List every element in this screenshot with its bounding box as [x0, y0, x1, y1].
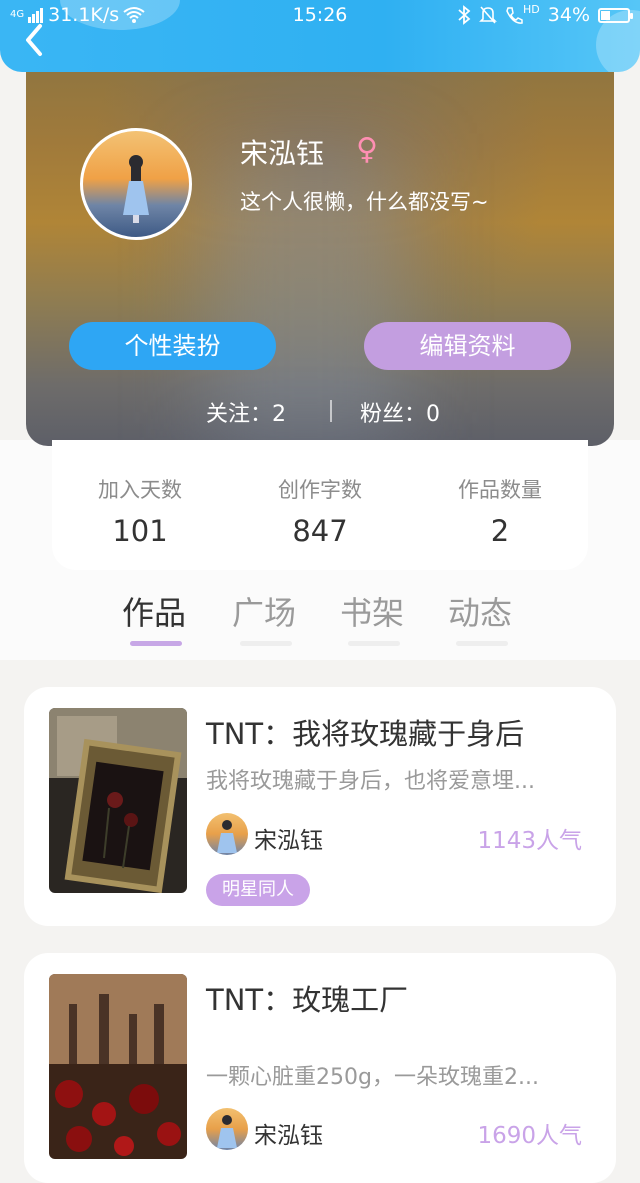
phone-icon	[506, 7, 523, 24]
work-cover-image[interactable]	[49, 708, 187, 893]
tab-activity[interactable]: 动态	[448, 588, 512, 634]
battery-icon	[598, 7, 633, 23]
author-avatar-figure-icon	[217, 1115, 237, 1148]
tab-indicator	[456, 641, 508, 646]
stat-label: 作品数量	[458, 478, 542, 502]
stat-label: 加入天数	[98, 478, 182, 502]
status-bar: 4G 31.1K/s 15:26 HD 34%	[0, 2, 640, 30]
work-author[interactable]: 宋泓钰	[254, 1116, 323, 1150]
avatar-figure-icon	[123, 155, 149, 223]
work-tag[interactable]: 明星同人	[206, 874, 310, 906]
stat-word-count: 创作字数 847	[250, 474, 390, 548]
work-popularity: 1143人气	[477, 828, 582, 854]
stat-value: 2	[490, 514, 510, 548]
hd-call: HD	[505, 2, 540, 25]
edit-profile-button[interactable]: 编辑资料	[364, 322, 571, 370]
personal-dress-button[interactable]: 个性装扮	[69, 322, 276, 370]
stat-join-days: 加入天数 101	[70, 474, 210, 548]
profile-header: 宋泓钰 ♀ 这个人很懒，什么都没写~ 个性装扮 编辑资料 关注：2 粉丝：0	[26, 40, 614, 446]
work-author[interactable]: 宋泓钰	[254, 821, 323, 855]
author-avatar[interactable]	[206, 1108, 248, 1150]
profile-bio: 这个人很懒，什么都没写~	[240, 190, 489, 214]
work-title[interactable]: TNT：玫瑰工厂	[206, 977, 408, 1019]
work-card[interactable]: TNT：我将玫瑰藏于身后 我将玫瑰藏于身后，也将爱意埋... 宋泓钰 1143人…	[24, 687, 616, 926]
work-description: 一颗心脏重250g，一朵玫瑰重2...	[206, 1065, 539, 1090]
profile-name: 宋泓钰	[240, 137, 325, 170]
avatar[interactable]	[80, 128, 192, 240]
divider	[330, 400, 332, 422]
hd-label: HD	[523, 2, 540, 16]
tab-indicator	[240, 641, 292, 646]
work-card[interactable]: TNT：玫瑰工厂 一颗心脏重250g，一朵玫瑰重2... 宋泓钰 1690人气	[24, 953, 616, 1183]
work-description: 我将玫瑰藏于身后，也将爱意埋...	[206, 769, 535, 794]
cover-art	[49, 974, 187, 1159]
bluetooth-icon	[458, 5, 471, 25]
stat-value: 847	[292, 514, 348, 548]
tab-indicator-active	[130, 641, 182, 646]
back-button[interactable]	[20, 20, 50, 60]
tab-bookshelf[interactable]: 书架	[340, 588, 404, 634]
cover-art	[49, 708, 187, 893]
author-avatar-figure-icon	[217, 820, 237, 853]
back-arrow-icon	[26, 24, 42, 56]
stat-label: 创作字数	[278, 478, 362, 502]
battery-percent: 34%	[547, 4, 590, 26]
gender-female-icon: ♀	[356, 132, 378, 167]
stat-work-count: 作品数量 2	[430, 474, 570, 548]
stats-card: 加入天数 101 创作字数 847 作品数量 2	[52, 440, 588, 570]
stat-value: 101	[112, 514, 168, 548]
top-bar: 4G 31.1K/s 15:26 HD 34%	[0, 0, 640, 72]
work-title[interactable]: TNT：我将玫瑰藏于身后	[206, 711, 524, 753]
tab-indicator	[348, 641, 400, 646]
battery-fill	[601, 10, 610, 20]
tab-square[interactable]: 广场	[232, 588, 296, 634]
mute-bell-icon	[479, 6, 497, 24]
work-popularity: 1690人气	[477, 1123, 582, 1149]
followers-count[interactable]: 粉丝：0	[360, 396, 440, 428]
following-count[interactable]: 关注：2	[206, 396, 286, 428]
author-avatar[interactable]	[206, 813, 248, 855]
status-right: HD 34%	[457, 2, 633, 26]
work-cover-image[interactable]	[49, 974, 187, 1159]
tab-works[interactable]: 作品	[122, 588, 186, 634]
